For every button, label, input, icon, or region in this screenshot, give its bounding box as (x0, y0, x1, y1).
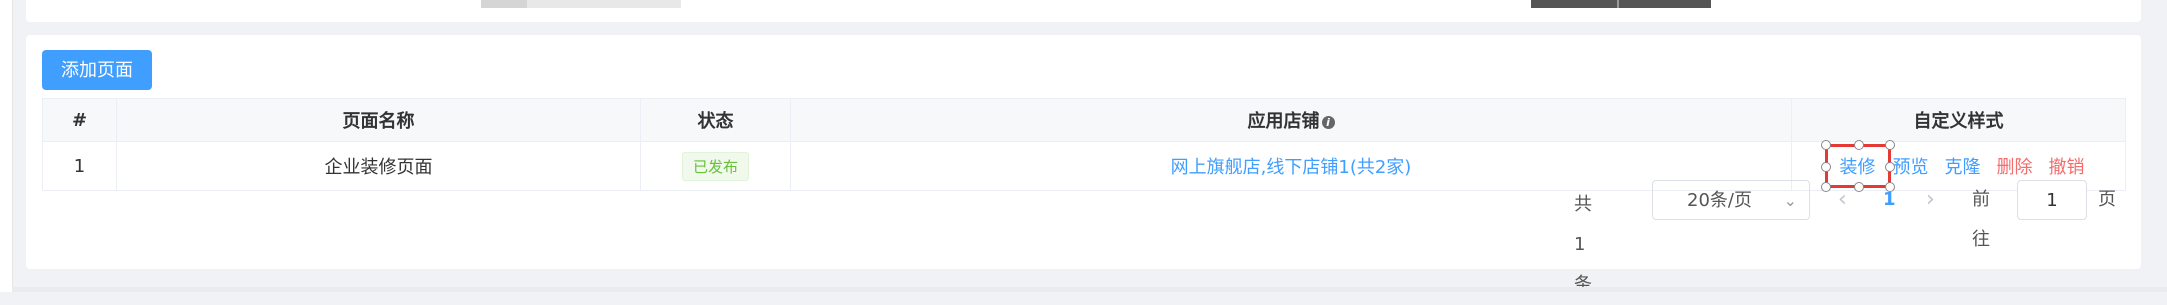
row-index: 1 (42, 141, 117, 191)
scrollbar-track[interactable] (481, 0, 681, 8)
table-header-row: # 页面名称 状态 应用店铺 i 自定义样式 (42, 98, 2126, 142)
column-header-stores-label: 应用店铺 (1247, 111, 1320, 132)
row-page-name: 企业装修页面 (116, 141, 641, 191)
column-header-custom-style: 自定义样式 (1791, 98, 2126, 142)
table-row: 1 企业装修页面 已发布 网上旗舰店,线下店铺1(共2家) 装修 预览 克隆 删… (42, 140, 2126, 192)
goto-label: 前往 (1972, 189, 1990, 250)
resize-handle[interactable] (1884, 140, 1895, 150)
info-icon[interactable]: i (1321, 115, 1335, 129)
delete-button[interactable]: 删除 (1997, 157, 2033, 178)
page-table: # 页面名称 状态 应用店铺 i 自定义样式 1 企业装修页面 已发布 网上旗舰店… (42, 98, 2126, 192)
revoke-button[interactable]: 撤销 (2049, 157, 2085, 178)
decorate-button[interactable]: 装修 (1840, 157, 1876, 178)
decorate-selection-box: 装修 (1820, 140, 1895, 192)
page-size-select[interactable]: 20条/页 ⌄ (1652, 180, 1810, 220)
resize-handle[interactable] (1884, 162, 1895, 172)
row-stores-cell: 网上旗舰店,线下店铺1(共2家) (790, 141, 1792, 191)
stores-link[interactable]: 网上旗舰店,线下店铺1(共2家) (1171, 157, 1412, 178)
column-header-status: 状态 (640, 98, 791, 142)
clone-button[interactable]: 克隆 (1945, 157, 1981, 178)
goto-unit-label: 页 (2098, 189, 2116, 210)
resize-handle[interactable] (1820, 162, 1831, 172)
resize-handle[interactable] (1853, 182, 1864, 192)
page-list-card: 添加页面 # 页面名称 状态 应用店铺 i 自定义样式 1 企业装修页面 已发布 … (26, 35, 2141, 269)
toolbar-divider (1617, 0, 1619, 8)
chevron-right-icon[interactable]: › (1926, 180, 1935, 220)
scrollbar-thumb[interactable] (481, 0, 527, 8)
column-header-stores: 应用店铺 i (790, 98, 1792, 142)
row-status-cell: 已发布 (640, 141, 791, 191)
left-sidebar-edge (0, 0, 13, 292)
previous-card (26, 0, 2141, 22)
resize-handle[interactable] (1820, 140, 1831, 150)
chevron-down-icon: ⌄ (1783, 191, 1797, 210)
column-header-page-name: 页面名称 (116, 98, 641, 142)
add-page-button[interactable]: 添加页面 (42, 50, 152, 90)
chevron-left-icon[interactable]: ‹ (1838, 180, 1847, 220)
preview-button[interactable]: 预览 (1893, 157, 1929, 178)
page-number-current[interactable]: 1 (1883, 180, 1896, 220)
resize-handle[interactable] (1853, 140, 1864, 150)
status-badge: 已发布 (681, 151, 749, 181)
resize-handle[interactable] (1820, 182, 1831, 192)
page-size-value: 20条/页 (1687, 190, 1752, 211)
column-header-index: # (42, 98, 117, 142)
bottom-divider (12, 287, 2167, 292)
toolbar-strip (1531, 0, 1711, 8)
goto-page-input[interactable] (2017, 180, 2087, 220)
